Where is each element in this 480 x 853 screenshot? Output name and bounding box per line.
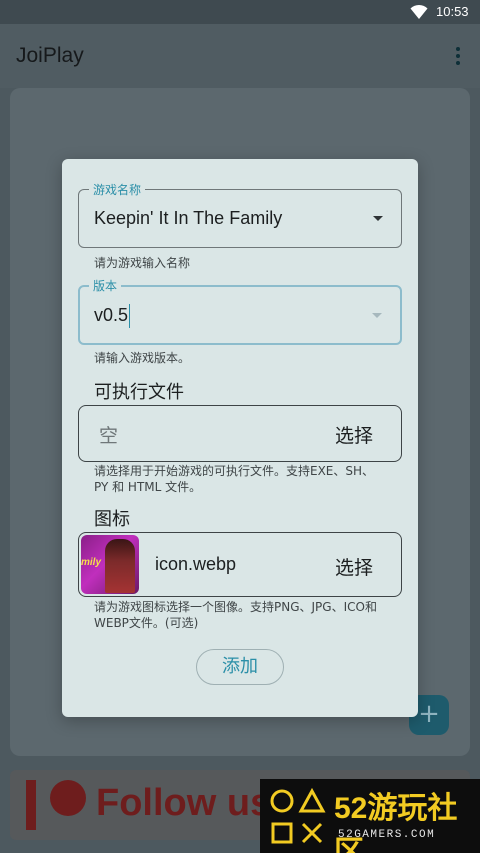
square-icon: [271, 822, 293, 844]
patreon-logo-dot: [50, 780, 86, 816]
game-icon-thumbnail: mily: [81, 535, 139, 594]
game-name-value[interactable]: Keepin' It In The Family: [94, 208, 282, 229]
status-time: 10:53: [436, 4, 469, 19]
game-name-field[interactable]: 游戏名称 Keepin' It In The Family: [78, 181, 402, 248]
icon-helper-line2: WEBP文件。(可选): [94, 616, 199, 630]
executable-heading: 可执行文件: [94, 382, 184, 403]
patreon-logo-bar: [26, 780, 36, 830]
version-helper: 请输入游戏版本。: [94, 351, 191, 365]
more-vert-icon[interactable]: [448, 44, 468, 68]
triangle-icon: [298, 787, 326, 813]
executable-helper-line2: PY 和 HTML 文件。: [94, 480, 202, 494]
game-name-label: 游戏名称: [89, 181, 146, 198]
app-title: JoiPlay: [16, 44, 84, 67]
choose-executable-button[interactable]: 选择: [335, 421, 373, 448]
version-value[interactable]: v0.5: [94, 305, 128, 326]
banner-text: Follow us: [96, 782, 272, 824]
watermark-title: 52游玩社区: [334, 792, 458, 853]
icon-helper-line1: 请为游戏图标选择一个图像。支持PNG、JPG、ICO和: [94, 600, 377, 614]
executable-helper-line1: 请选择用于开始游戏的可执行文件。支持EXE、SH、: [94, 464, 375, 478]
circle-icon: [270, 789, 294, 813]
icon-picker[interactable]: mily icon.webp 选择: [78, 532, 402, 597]
thumbnail-text: mily: [81, 557, 102, 568]
dropdown-arrow-icon[interactable]: [373, 216, 383, 221]
game-name-helper: 请为游戏输入名称: [94, 256, 191, 270]
choose-icon-button[interactable]: 选择: [335, 553, 373, 580]
cross-icon: [301, 822, 323, 844]
add-game-dialog: 游戏名称 Keepin' It In The Family 请为游戏输入名称 版…: [62, 159, 418, 717]
version-field[interactable]: 版本 v0.5: [78, 277, 402, 345]
wifi-icon: [410, 4, 428, 19]
executable-picker[interactable]: 空 选择: [78, 405, 402, 462]
text-cursor: [129, 304, 130, 328]
dropdown-arrow-icon[interactable]: [372, 313, 382, 318]
watermark: 52游玩社区 52GAMERS.COM: [260, 779, 480, 853]
icon-filename: icon.webp: [155, 554, 237, 574]
app-bar: JoiPlay: [0, 24, 480, 88]
status-bar: 10:53: [0, 0, 480, 24]
executable-value: 空: [99, 425, 119, 447]
icon-heading: 图标: [94, 509, 130, 530]
add-button[interactable]: 添加: [196, 649, 284, 685]
watermark-url: 52GAMERS.COM: [338, 829, 436, 841]
version-label: 版本: [89, 277, 122, 294]
